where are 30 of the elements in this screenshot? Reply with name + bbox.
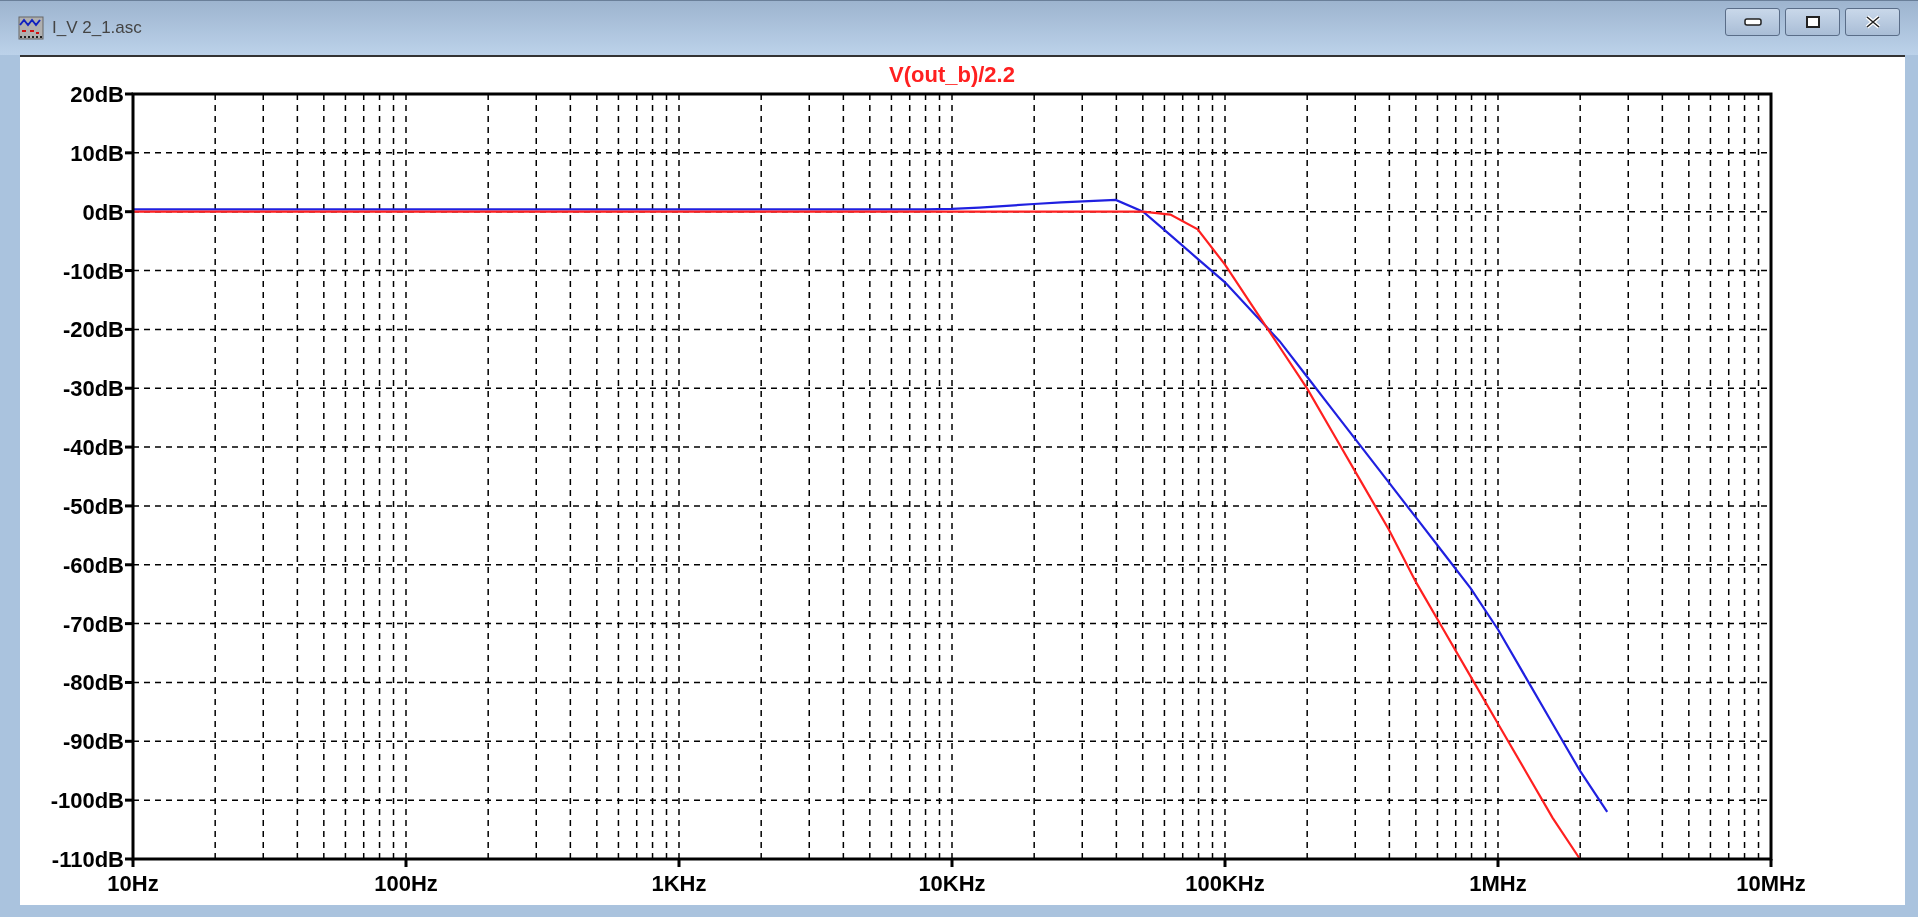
x-axis-label: 100Hz [374, 871, 438, 896]
y-axis-label: -70dB [62, 611, 124, 637]
y-axis-label: -30dB [62, 376, 124, 402]
close-icon [1864, 15, 1881, 29]
y-axis-label: -100dB [50, 788, 124, 814]
y-axis-label: -20dB [62, 317, 124, 343]
maximize-button[interactable] [1785, 8, 1840, 36]
y-axis-label: 0dB [82, 199, 124, 225]
x-axis-label: 100KHz [1185, 871, 1265, 896]
y-axis-label: 20dB [70, 82, 124, 107]
y-axis-label: -50dB [62, 493, 124, 519]
x-axis-label: 1MHz [1469, 871, 1527, 896]
waveform-icon [18, 16, 44, 40]
x-axis-label: 1KHz [651, 871, 707, 896]
close-button[interactable] [1845, 8, 1900, 36]
trace-label: V(out_b)/2.2 [889, 62, 1015, 87]
x-axis-label: 10Hz [107, 871, 159, 896]
y-axis-label: -110dB [51, 847, 124, 872]
y-axis-label: -40dB [62, 435, 124, 461]
minimize-button[interactable] [1725, 8, 1780, 36]
y-axis-label: -60dB [62, 552, 124, 578]
maximize-icon [1805, 16, 1820, 28]
y-axis-label: -80dB [62, 670, 124, 696]
window-title: I_V 2_1.asc [52, 17, 142, 40]
y-axis-label: -90dB [62, 729, 124, 755]
y-axis-label: -10dB [62, 258, 124, 284]
minimize-icon [1743, 18, 1762, 26]
y-axis-label: 10dB [70, 140, 124, 166]
x-axis-label: 10MHz [1736, 871, 1806, 896]
x-axis-label: 10KHz [918, 871, 986, 896]
